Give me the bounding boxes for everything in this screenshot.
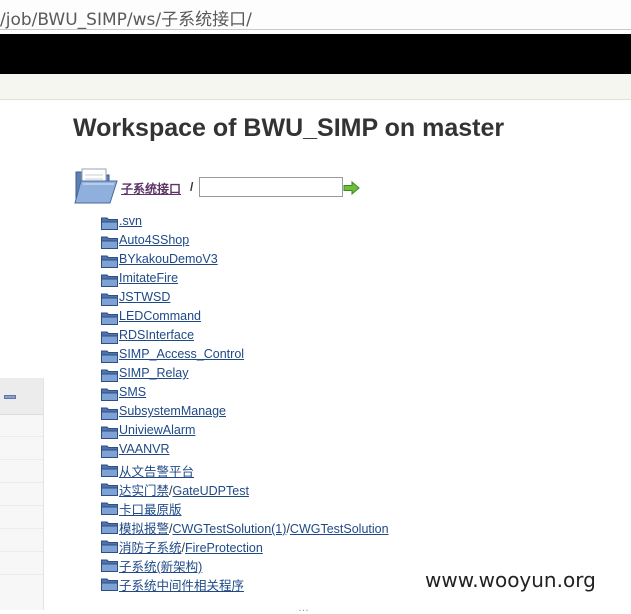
folder-icon [101, 425, 118, 439]
folder-link[interactable]: CWGTestSolution(1) [173, 522, 287, 536]
folder-link[interactable]: 子系统中间件相关程序 [119, 579, 244, 593]
folder-link[interactable]: VAANVR [119, 442, 169, 456]
folder-icon [101, 558, 118, 572]
folder-link[interactable]: .svn [119, 214, 142, 228]
folder-icon [101, 235, 118, 249]
file-path: 达实门禁/GateUDPTest [119, 480, 249, 499]
path-link-current[interactable]: 子系统接口 [121, 180, 181, 197]
folder-icon [101, 292, 118, 306]
folder-link[interactable]: 卡口最原版 [119, 503, 182, 517]
folder-link[interactable]: CWGTestSolution [290, 522, 389, 536]
file-path: Auto4SShop [119, 233, 189, 247]
file-path: 子系统(新架构) [119, 556, 202, 575]
open-folder-icon [74, 168, 118, 204]
folder-icon [101, 216, 118, 230]
folder-icon [101, 501, 118, 515]
folder-link[interactable]: UniviewAlarm [119, 423, 195, 437]
folder-link[interactable]: SMS [119, 385, 146, 399]
folder-icon [101, 311, 118, 325]
sidebar-row-divider [0, 459, 43, 460]
folder-icon [101, 463, 118, 477]
folder-link[interactable]: SubsystemManage [119, 404, 226, 418]
file-path: 消防子系统/FireProtection [119, 537, 263, 556]
folder-link[interactable]: 达实门禁 [119, 484, 169, 498]
folder-icon [101, 273, 118, 287]
file-path: VAANVR [119, 442, 169, 456]
path-separator: / [190, 180, 194, 194]
path-input[interactable] [199, 177, 343, 197]
folder-link[interactable]: Auto4SShop [119, 233, 189, 247]
folder-icon [101, 444, 118, 458]
folder-icon [101, 520, 118, 534]
folder-link[interactable]: GateUDPTest [173, 484, 249, 498]
file-path: SMS [119, 385, 146, 399]
breadcrumb-bar [0, 74, 631, 100]
file-path: 从文告警平台 [119, 461, 194, 480]
file-path: .svn [119, 214, 142, 228]
folder-icon [101, 387, 118, 401]
folder-link[interactable]: RDSInterface [119, 328, 194, 342]
folder-link[interactable]: ImitateFire [119, 271, 178, 285]
folder-link[interactable]: 消防子系统 [119, 541, 182, 555]
sidebar-row-divider [0, 528, 43, 529]
folder-link[interactable]: FireProtection [185, 541, 263, 555]
folder-link[interactable]: LEDCommand [119, 309, 201, 323]
folder-icon [101, 349, 118, 363]
file-path: JSTWSD [119, 290, 170, 304]
sidebar-row-divider [0, 574, 43, 575]
address-url[interactable]: /job/BWU_SIMP/ws/子系统接口/ [0, 5, 252, 30]
folder-icon [101, 577, 118, 591]
page-header-bar [0, 34, 631, 74]
sidebar-row-divider [0, 436, 43, 437]
folder-link[interactable]: 模拟报警 [119, 522, 169, 536]
sidebar-row-divider [0, 505, 43, 506]
file-path: LEDCommand [119, 309, 201, 323]
folder-icon [101, 368, 118, 382]
sidebar-row-divider [0, 482, 43, 483]
go-button[interactable] [343, 180, 360, 196]
green-arrow-right-icon [343, 180, 360, 196]
footer-fragment: … [298, 602, 309, 614]
folder-link[interactable]: 子系统(新架构) [119, 560, 202, 574]
folder-link[interactable]: SIMP_Access_Control [119, 347, 244, 361]
watermark: www.wooyun.org [425, 568, 596, 592]
file-path: 子系统中间件相关程序 [119, 575, 244, 594]
folder-icon [101, 254, 118, 268]
file-path: SIMP_Access_Control [119, 347, 244, 361]
folder-link[interactable]: BYkakouDemoV3 [119, 252, 218, 266]
sidebar-row-divider [0, 551, 43, 552]
file-path: 模拟报警/CWGTestSolution(1)/CWGTestSolution [119, 518, 389, 537]
file-path: BYkakouDemoV3 [119, 252, 218, 266]
collapse-icon[interactable] [4, 395, 16, 399]
folder-link[interactable]: 从文告警平台 [119, 465, 194, 479]
file-path: 卡口最原版 [119, 499, 182, 518]
folder-icon [101, 482, 118, 496]
address-bar[interactable]: /job/BWU_SIMP/ws/子系统接口/ [0, 0, 631, 30]
folder-icon [101, 539, 118, 553]
file-path: ImitateFire [119, 271, 178, 285]
folder-icon [101, 406, 118, 420]
sidebar-panel-header [0, 378, 43, 415]
folder-icon [101, 330, 118, 344]
file-path: SIMP_Relay [119, 366, 188, 380]
sidebar-panel [0, 378, 44, 610]
folder-link[interactable]: SIMP_Relay [119, 366, 188, 380]
folder-link[interactable]: JSTWSD [119, 290, 170, 304]
file-path: RDSInterface [119, 328, 194, 342]
page-title: Workspace of BWU_SIMP on master [73, 114, 505, 142]
file-path: UniviewAlarm [119, 423, 195, 437]
file-path: SubsystemManage [119, 404, 226, 418]
